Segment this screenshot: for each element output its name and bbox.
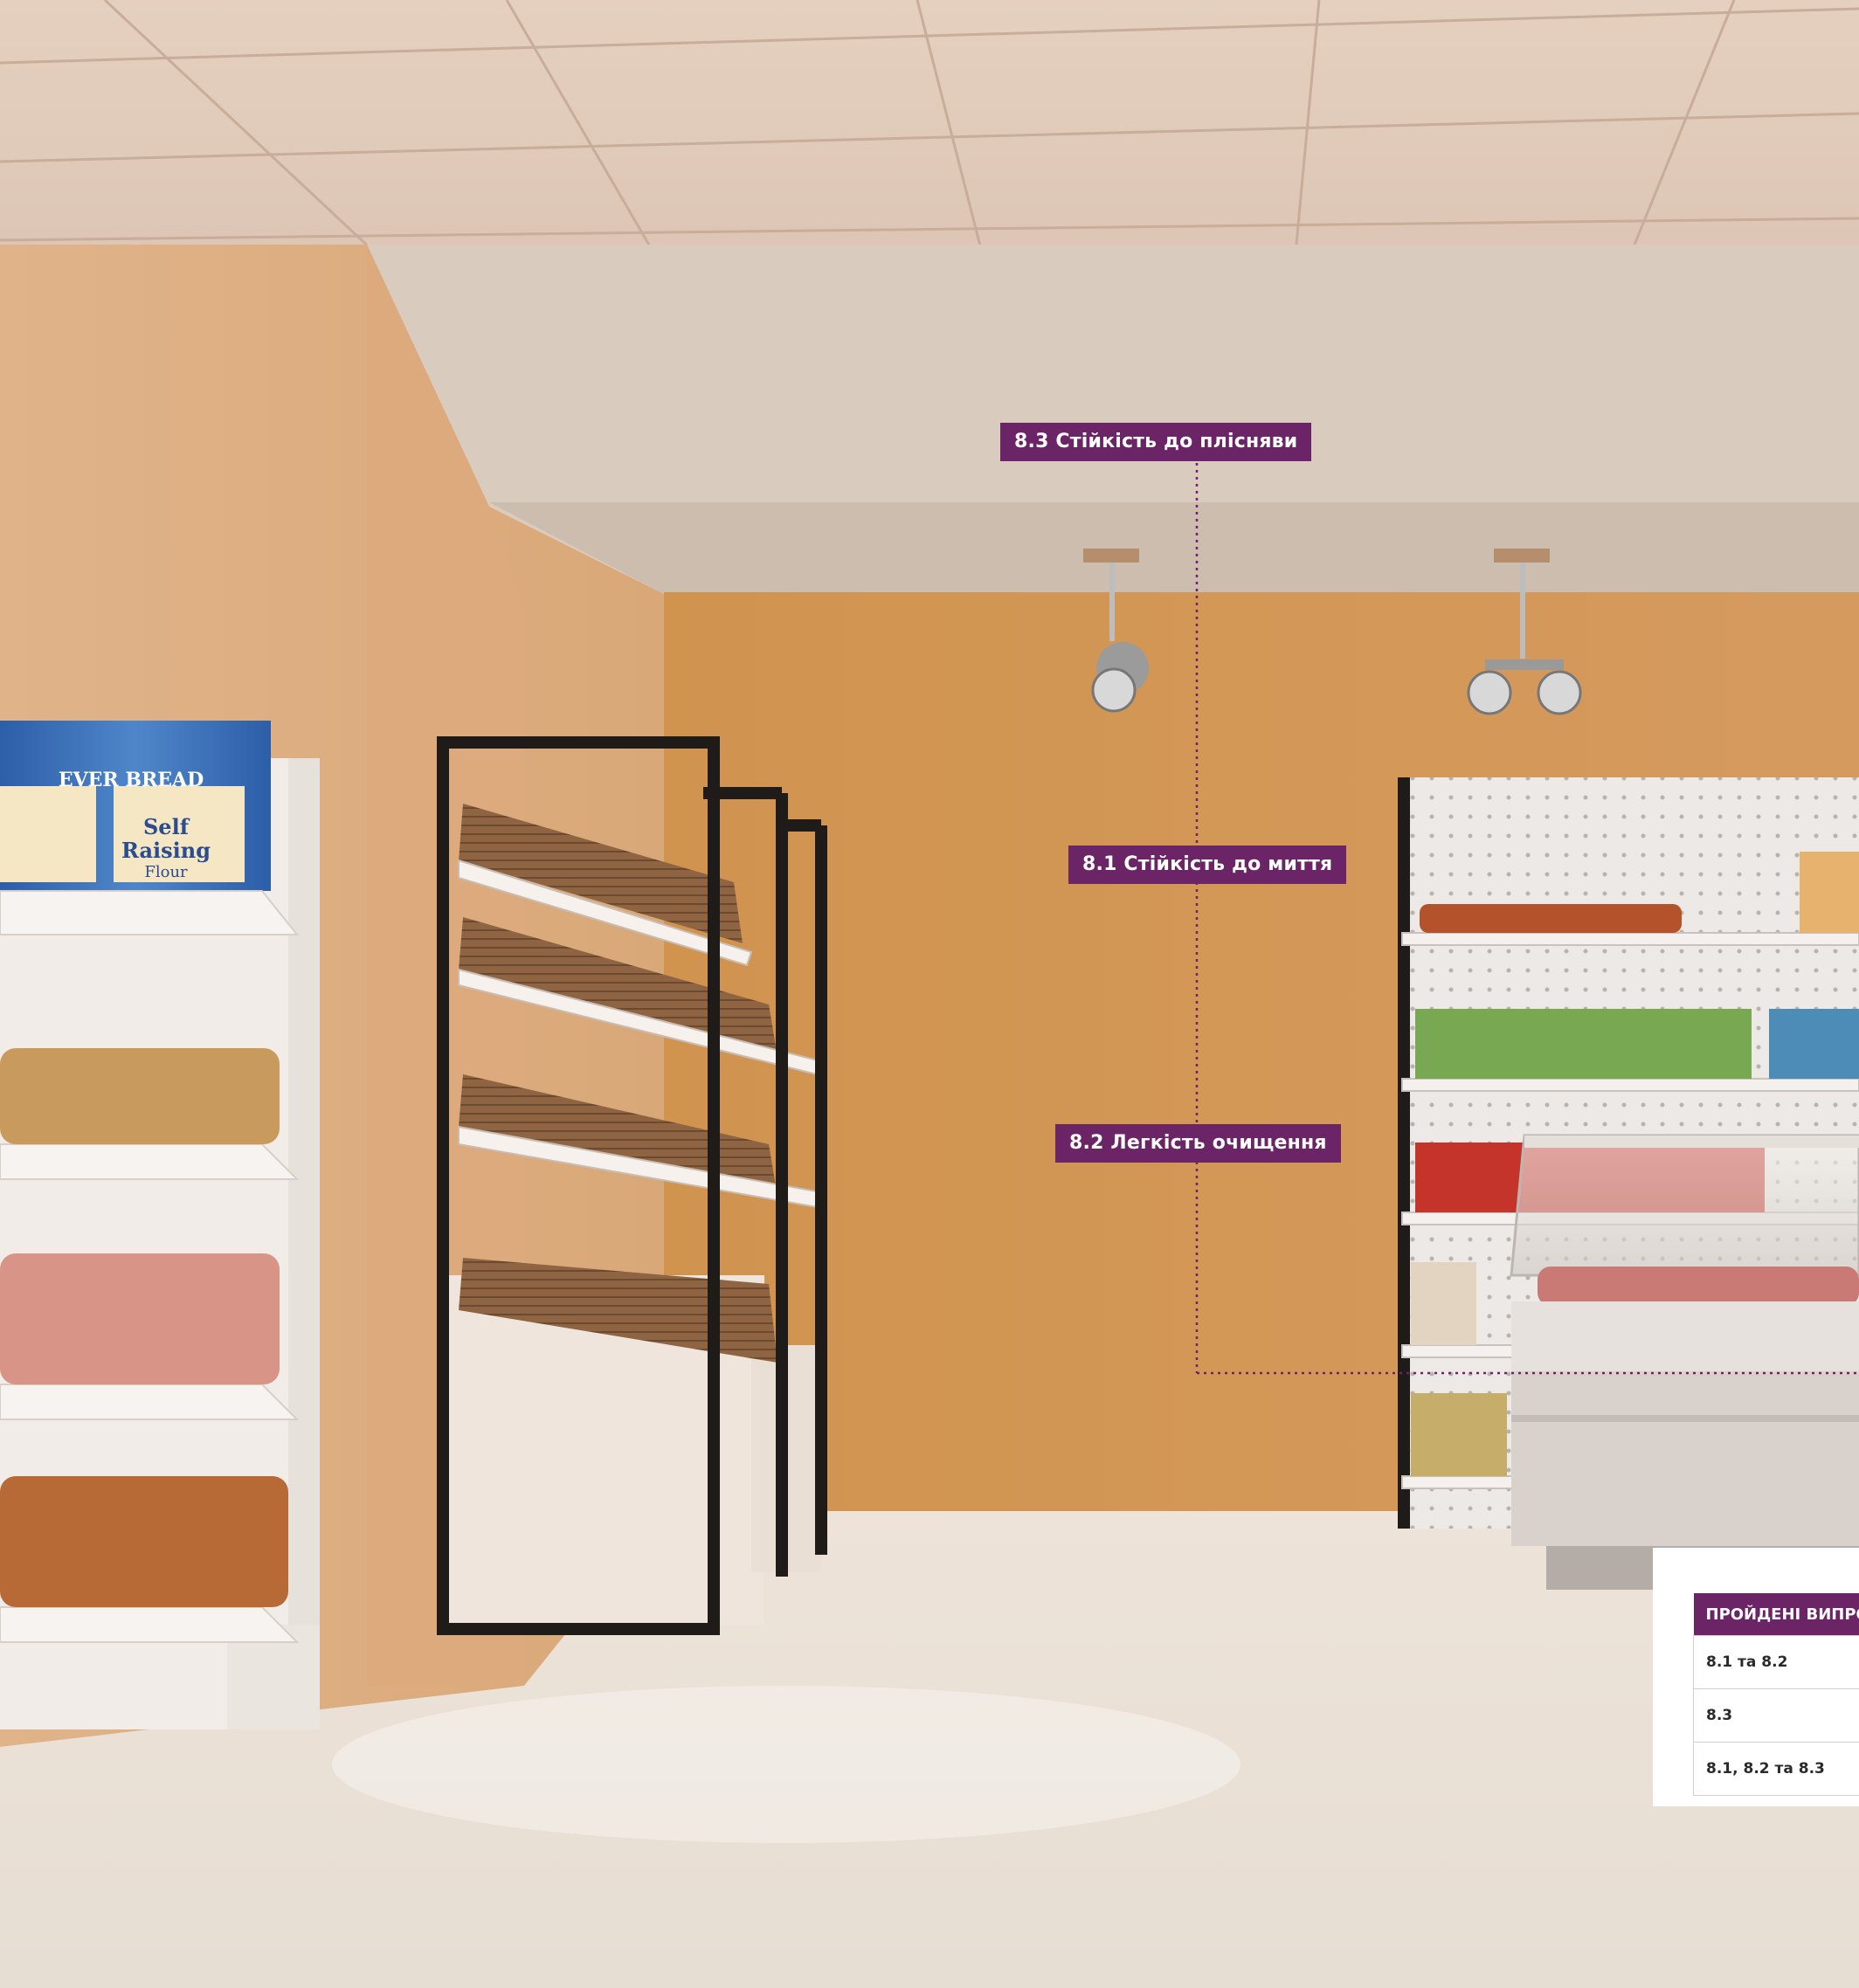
flour-line1-text: Self	[143, 814, 190, 839]
table-row: 8.1 та 8.2	[1693, 1635, 1859, 1689]
tests-legend-table: ПРОЙДЕНІ ВИПРО 8.1 та 8.2 8.3 8.1, 8.2 т…	[1693, 1593, 1859, 1796]
store-interior-scene: EVER BREAD Self Raising Flour	[0, 0, 1859, 1988]
label-mold-resistance: 8.3 Стійкість до плісняви	[1000, 423, 1312, 461]
tests-legend-card: ПРОЙДЕНІ ВИПРО 8.1 та 8.2 8.3 8.1, 8.2 т…	[1653, 1548, 1859, 1806]
legend-row-cell: 8.1, 8.2 та 8.3	[1693, 1742, 1859, 1796]
table-row: 8.1, 8.2 та 8.3	[1693, 1742, 1859, 1796]
label-washing-resistance: 8.1 Стійкість до миття	[1068, 846, 1347, 884]
label-ease-of-cleaning: 8.2 Легкість очищення	[1055, 1124, 1341, 1163]
flour-line2-text: Raising	[121, 838, 211, 863]
flour-brand-text: EVER BREAD	[59, 769, 204, 791]
left-shelf-unit: EVER BREAD Self Raising Flour	[0, 721, 320, 1729]
flour-line3-text: Flour	[144, 863, 188, 881]
legend-row-cell: 8.3	[1693, 1688, 1859, 1743]
table-row: 8.3	[1693, 1688, 1859, 1743]
legend-row-cell: 8.1 та 8.2	[1693, 1635, 1859, 1689]
legend-header: ПРОЙДЕНІ ВИПРО	[1693, 1593, 1859, 1636]
deli-counter	[1510, 1134, 1859, 1590]
